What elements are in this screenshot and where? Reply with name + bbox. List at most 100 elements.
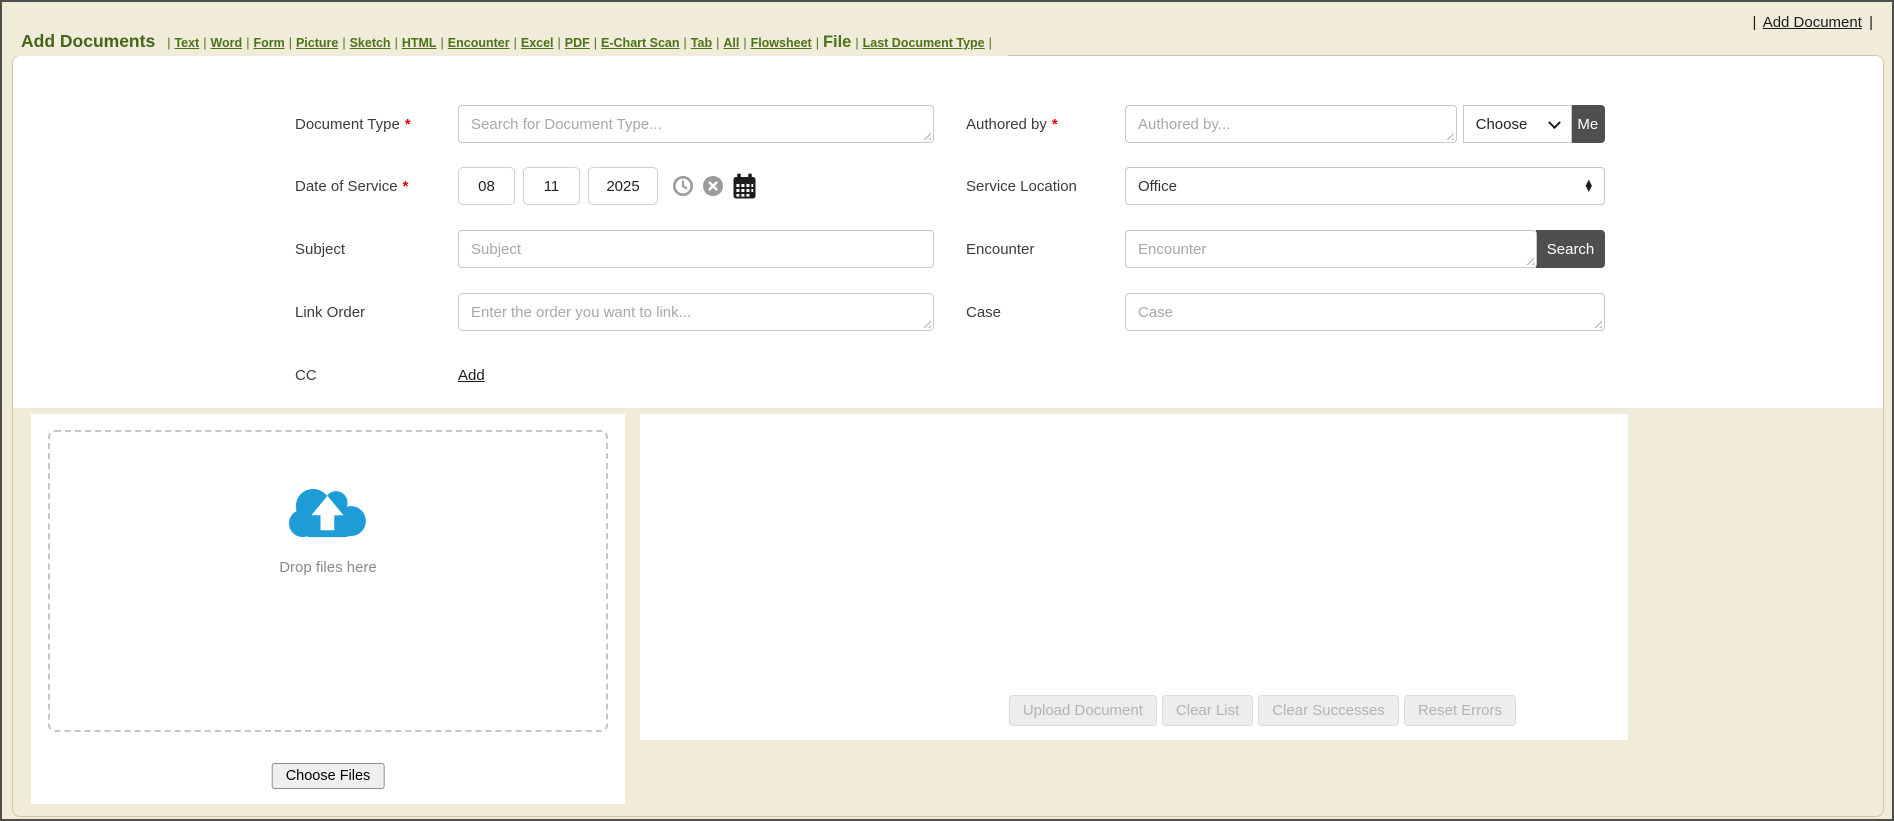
form-row: Subject Encounter Search (13, 230, 1883, 268)
separator: | (1749, 14, 1759, 31)
required-asterisk: * (403, 178, 409, 195)
doc-link-last-document-type[interactable]: Last Document Type (863, 36, 985, 50)
doc-link-sketch[interactable]: Sketch (350, 36, 391, 50)
clear-list-button[interactable]: Clear List (1162, 695, 1253, 726)
encounter-label: Encounter (966, 241, 1034, 258)
date-day-input[interactable] (523, 167, 580, 205)
doc-link-encounter[interactable]: Encounter (448, 36, 510, 50)
document-type-label: Document Type (295, 116, 400, 133)
doc-link-form[interactable]: Form (253, 36, 284, 50)
reset-errors-button[interactable]: Reset Errors (1404, 695, 1516, 726)
calendar-icon[interactable] (732, 173, 757, 200)
separator: | (739, 36, 750, 50)
clear-successes-button[interactable]: Clear Successes (1258, 695, 1399, 726)
separator: | (510, 36, 521, 50)
separator: | (712, 36, 723, 50)
subject-field-cell (458, 230, 934, 268)
service-location-field-cell: Office ▲▼ (1125, 167, 1605, 205)
doc-link-html[interactable]: HTML (402, 36, 437, 50)
form-row: Link Order Case (13, 293, 1883, 331)
topbar: | Add Document | (1749, 14, 1876, 31)
separator: | (1866, 14, 1876, 31)
subject-input[interactable] (458, 230, 934, 268)
date-icons (672, 173, 757, 200)
drop-zone[interactable]: Drop files here (48, 430, 608, 732)
doc-link-picture[interactable]: Picture (296, 36, 338, 50)
add-documents-panel: Add Documents |Text|Word|Form|Picture|Sk… (12, 55, 1884, 817)
page-title: Add Documents (21, 31, 155, 52)
document-form: Document Type * Authored by * Choos (13, 56, 1883, 408)
document-type-input[interactable] (458, 105, 934, 143)
date-month-input[interactable] (458, 167, 515, 205)
add-document-link[interactable]: Add Document (1763, 14, 1862, 31)
cc-add-link[interactable]: Add (458, 367, 485, 384)
service-location-select[interactable]: Office ▲▼ (1125, 167, 1605, 205)
case-input[interactable] (1125, 293, 1605, 331)
cc-label: CC (295, 367, 317, 384)
doc-link-word[interactable]: Word (210, 36, 242, 50)
chevron-down-icon (1548, 116, 1561, 129)
encounter-label-cell: Encounter (966, 230, 1121, 268)
doc-link-e-chart-scan[interactable]: E-Chart Scan (601, 36, 680, 50)
separator: | (554, 36, 565, 50)
link-order-input[interactable] (458, 293, 934, 331)
doc-link-file[interactable]: File (823, 33, 851, 52)
separator: | (285, 36, 296, 50)
document-type-links: |Text|Word|Form|Picture|Sketch|HTML|Enco… (163, 33, 996, 52)
encounter-field-cell: Search (1125, 230, 1605, 268)
authored-by-field-cell: Choose Me (1125, 105, 1605, 143)
encounter-input[interactable] (1125, 230, 1537, 268)
separator: | (242, 36, 253, 50)
clock-icon[interactable] (672, 175, 694, 197)
case-label-cell: Case (966, 293, 1121, 331)
date-of-service-label-cell: Date of Service * (295, 167, 450, 205)
doc-link-flowsheet[interactable]: Flowsheet (751, 36, 812, 50)
separator: | (985, 36, 996, 50)
doc-link-pdf[interactable]: PDF (565, 36, 590, 50)
upload-document-button[interactable]: Upload Document (1009, 695, 1157, 726)
subject-label-cell: Subject (295, 230, 450, 268)
case-label: Case (966, 304, 1001, 321)
clear-date-icon[interactable] (702, 175, 724, 197)
subject-label: Subject (295, 241, 345, 258)
file-list-panel: Upload Document Clear List Clear Success… (640, 414, 1628, 740)
date-of-service-label: Date of Service (295, 178, 398, 195)
separator: | (338, 36, 349, 50)
required-asterisk: * (1052, 116, 1058, 133)
authored-by-input[interactable] (1125, 105, 1457, 143)
service-location-value: Office (1138, 178, 1177, 195)
link-order-label-cell: Link Order (295, 293, 450, 331)
me-button[interactable]: Me (1571, 105, 1605, 143)
separator: | (680, 36, 691, 50)
authored-by-label: Authored by (966, 116, 1047, 133)
separator: | (590, 36, 601, 50)
separator: | (391, 36, 402, 50)
choose-files-button[interactable]: Choose Files (272, 763, 385, 789)
service-location-label: Service Location (966, 178, 1077, 195)
cc-field-cell: Add (458, 356, 934, 394)
required-asterisk: * (405, 116, 411, 133)
form-row: Date of Service * (13, 167, 1883, 205)
doc-link-excel[interactable]: Excel (521, 36, 554, 50)
doc-link-text[interactable]: Text (174, 36, 199, 50)
document-type-label-cell: Document Type * (295, 105, 450, 143)
doc-link-tab[interactable]: Tab (691, 36, 712, 50)
separator: | (163, 36, 174, 50)
doc-link-all[interactable]: All (723, 36, 739, 50)
form-row: Document Type * Authored by * Choos (13, 105, 1883, 143)
separator: | (851, 36, 862, 50)
date-of-service-field-cell (458, 167, 934, 205)
form-row: CC Add (13, 356, 1883, 394)
upload-actions: Upload Document Clear List Clear Success… (1009, 695, 1516, 726)
date-year-input[interactable] (588, 167, 658, 205)
separator: | (812, 36, 823, 50)
case-field-cell (1125, 293, 1605, 331)
separator: | (199, 36, 210, 50)
cloud-upload-icon (284, 482, 372, 544)
authored-by-choose-select[interactable]: Choose (1463, 105, 1572, 143)
search-button[interactable]: Search (1536, 230, 1605, 268)
separator: | (437, 36, 448, 50)
link-order-label: Link Order (295, 304, 365, 321)
authored-by-label-cell: Authored by * (966, 105, 1121, 143)
link-order-field-cell (458, 293, 934, 331)
